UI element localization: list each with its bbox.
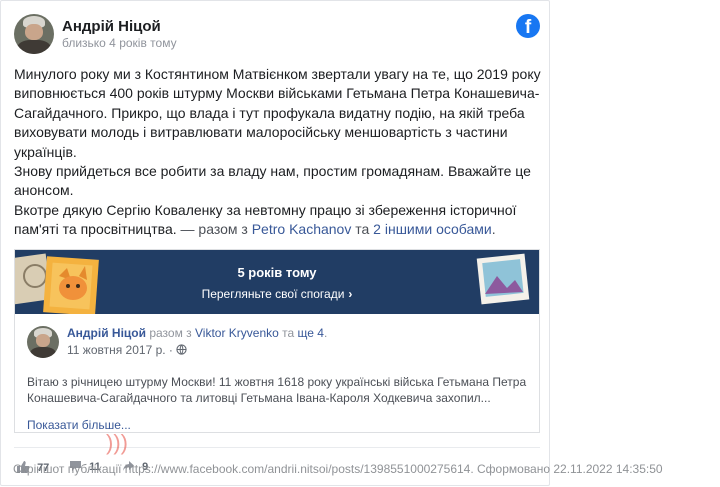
inner-post-text: Вітаю з річницею штурму Москви! 11 жовтн…	[27, 375, 527, 405]
memory-banner[interactable]: 5 років тому Перегляньте свої спогади ›	[15, 250, 539, 314]
inner-with-text: разом з	[146, 326, 196, 340]
memory-title: 5 років тому	[237, 265, 317, 280]
screenshot-caption: Скріншот публікації https://www.facebook…	[13, 462, 663, 476]
facebook-post-card: Андрій Ніцой близько 4 років тому f Мину…	[0, 0, 550, 486]
watermark-signal-icon: )))	[106, 430, 128, 455]
memory-subtitle[interactable]: Перегляньте свої спогади ›	[15, 287, 539, 301]
globe-icon	[176, 344, 187, 355]
inner-author-name[interactable]: Андрій Ніцой	[67, 326, 146, 340]
tag-end: .	[491, 221, 496, 238]
inner-date[interactable]: 11 жовтня 2017 р. ·	[67, 343, 176, 357]
author-avatar[interactable]	[14, 14, 54, 54]
tag-mid: та	[351, 221, 374, 238]
stats-divider	[14, 447, 540, 448]
post-text: Минулого року ми з Костянтином Матвієнко…	[14, 65, 542, 240]
post-paragraph-1: Минулого року ми з Костянтином Матвієнко…	[14, 66, 541, 160]
tag-prefix: — разом з	[176, 221, 252, 238]
inner-person-link[interactable]: Viktor Kryvenko	[195, 326, 279, 340]
inner-date-line: 11 жовтня 2017 р. ·	[67, 343, 187, 357]
inner-dot: .	[323, 326, 328, 340]
inner-more-link[interactable]: ще 4	[298, 326, 324, 340]
inner-and-text: та	[278, 326, 298, 340]
tagged-others-link[interactable]: 2 іншими особами	[373, 221, 492, 237]
memory-card[interactable]: 5 років тому Перегляньте свої спогади › А…	[14, 249, 540, 433]
tagged-person-link[interactable]: Petro Kachanov	[252, 221, 352, 237]
facebook-logo-icon[interactable]: f	[516, 14, 540, 38]
post-paragraph-3: Вкотре дякую Сергію Коваленку за невтомн…	[14, 201, 542, 240]
author-name[interactable]: Андрій Ніцой	[62, 18, 161, 35]
post-time[interactable]: близько 4 років тому	[62, 36, 177, 50]
post-paragraph-2: Знову прийдеться все робити за владу нам…	[14, 163, 531, 199]
memory-left-illustration	[15, 253, 99, 314]
memory-subtitle-text: Перегляньте свої спогади	[201, 287, 345, 301]
inner-author-avatar[interactable]	[27, 326, 59, 358]
inner-author-line: Андрій Ніцой разом з Viktor Kryvenko та …	[67, 326, 327, 340]
chevron-right-icon: ›	[348, 287, 353, 301]
memory-right-illustration	[476, 253, 530, 305]
